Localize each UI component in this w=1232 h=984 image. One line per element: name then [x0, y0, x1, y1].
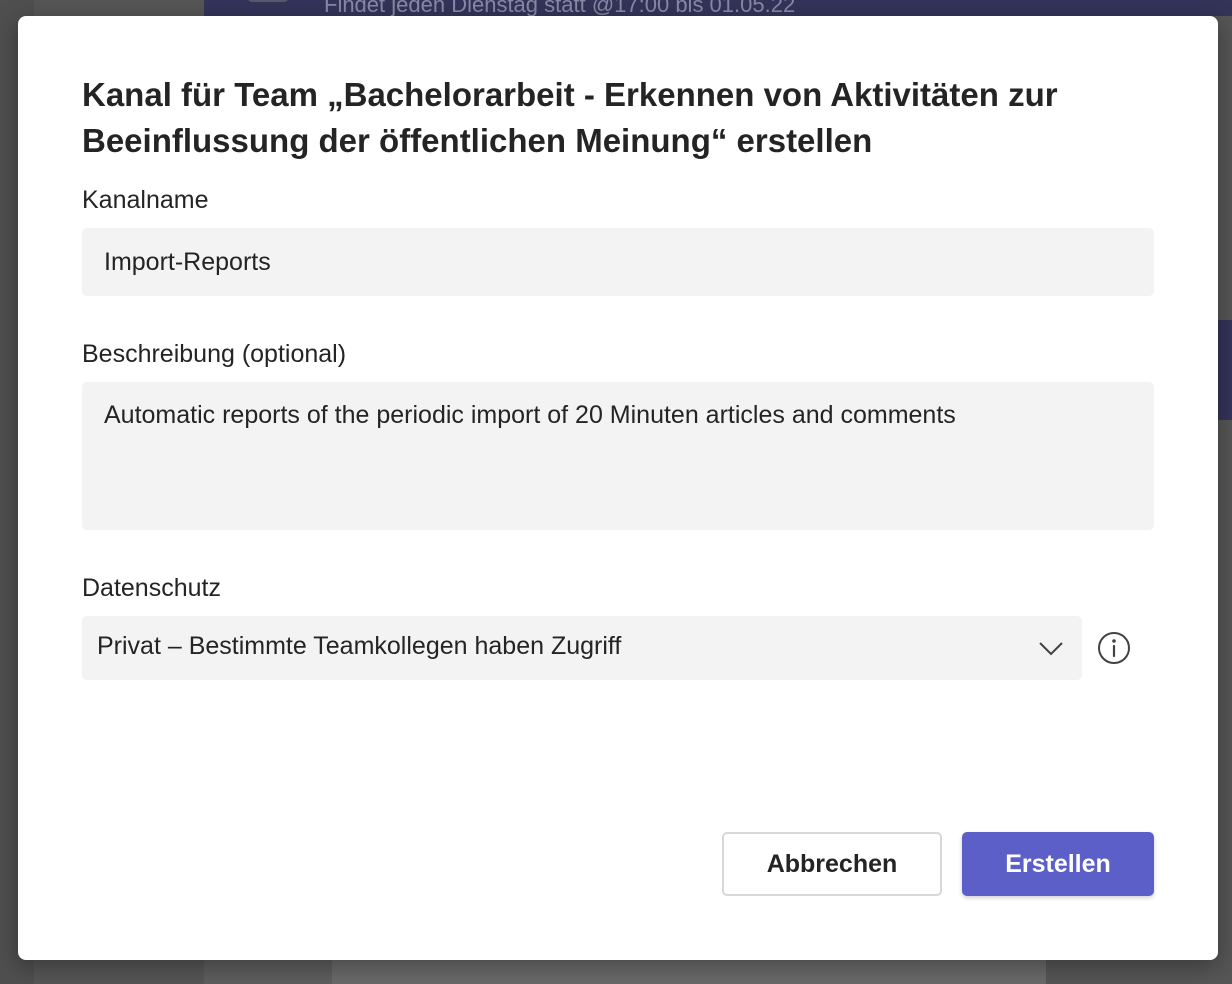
privacy-selected-value: Privat – Bestimmte Teamkollegen haben Zu… — [97, 632, 622, 660]
background-panel — [204, 960, 332, 984]
create-button[interactable]: Erstellen — [962, 832, 1154, 896]
chevron-down-icon — [1039, 642, 1063, 656]
description-label: Beschreibung (optional) — [82, 340, 347, 368]
background-banner-text: Findet jeden Dienstag statt @17:00 bis 0… — [324, 0, 796, 16]
background-banner-icon — [248, 0, 288, 2]
dialog-title: Kanal für Team „Bachelorarbeit - Erkenne… — [82, 76, 1058, 159]
info-icon[interactable] — [1096, 630, 1132, 666]
background-meeting-banner: Findet jeden Dienstag statt @17:00 bis 0… — [204, 0, 1232, 16]
description-textarea[interactable]: Automatic reports of the periodic import… — [82, 382, 1154, 530]
privacy-label: Datenschutz — [82, 574, 221, 602]
channel-name-label: Kanalname — [82, 186, 209, 214]
privacy-dropdown[interactable]: Privat – Bestimmte Teamkollegen haben Zu… — [82, 616, 1082, 680]
create-channel-dialog: Kanal für Team „Bachelorarbeit - Erkenne… — [18, 16, 1218, 960]
channel-name-input[interactable] — [82, 228, 1154, 296]
background-accent-strip — [1218, 320, 1232, 420]
background-content — [332, 960, 1046, 984]
cancel-button[interactable]: Abbrechen — [722, 832, 942, 896]
